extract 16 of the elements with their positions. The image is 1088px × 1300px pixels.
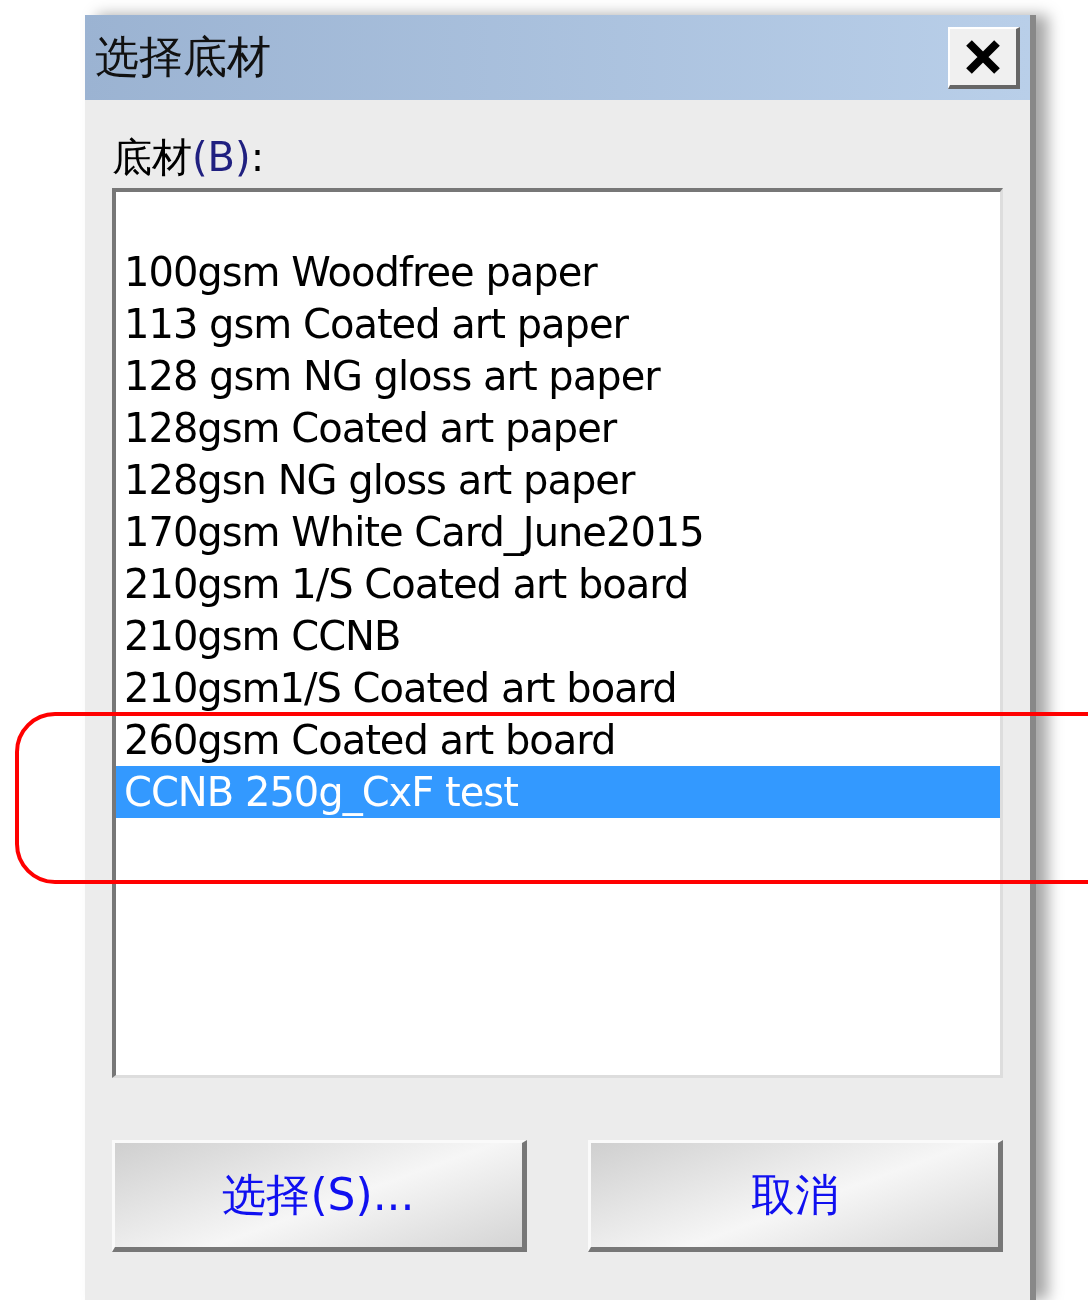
list-item[interactable]: 210gsm 1/S Coated art board xyxy=(116,558,1000,610)
list-item[interactable]: 113 gsm Coated art paper xyxy=(116,298,1000,350)
list-item[interactable]: 100gsm Woodfree paper xyxy=(116,246,1000,298)
list-label: 底材(B): xyxy=(112,133,266,182)
list-item[interactable]: 210gsm1/S Coated art board xyxy=(116,662,1000,714)
list-item[interactable]: 128 gsm NG gloss art paper xyxy=(116,350,1000,402)
list-item[interactable]: 210gsm CCNB xyxy=(116,610,1000,662)
close-button[interactable] xyxy=(948,26,1020,89)
dialog-button[interactable]: 取消 xyxy=(588,1140,1003,1252)
dialog-button[interactable]: 选择(S)... xyxy=(112,1140,527,1252)
list-item[interactable]: 170gsm White Card_June2015 xyxy=(116,506,1000,558)
close-icon xyxy=(965,38,1001,75)
list-item[interactable]: 128gsm Coated art paper xyxy=(116,402,1000,454)
list-item[interactable]: 260gsm Coated art board xyxy=(116,714,1000,766)
list-item[interactable]: 128gsn NG gloss art paper xyxy=(116,454,1000,506)
window-title: 选择底材 xyxy=(95,30,271,84)
